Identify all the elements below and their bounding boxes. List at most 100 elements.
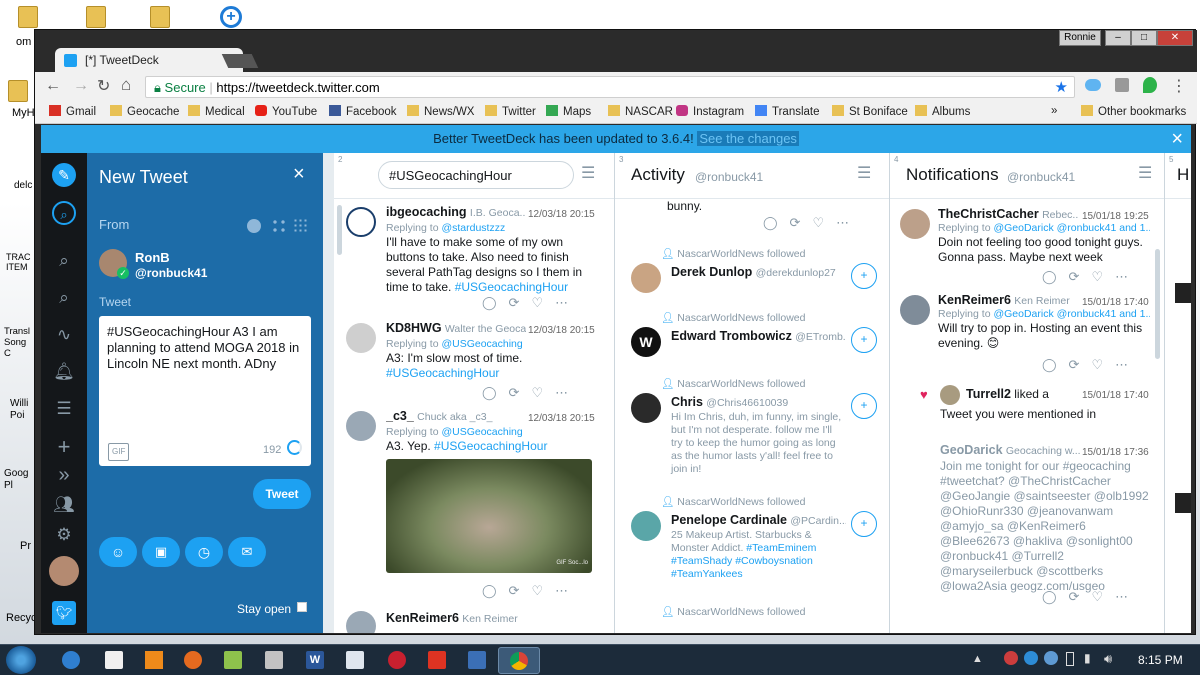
compose-close-icon[interactable]: × — [293, 163, 305, 186]
tweet-item[interactable]: KD8HWG Walter the Geoca... 12/03/18 20:1… — [342, 321, 604, 401]
bookmark-st-boniface[interactable]: St Boniface — [832, 105, 908, 118]
tray-expand-icon[interactable]: ▲ — [972, 653, 983, 665]
banner-close-icon[interactable]: × — [1171, 125, 1183, 153]
forward-icon[interactable]: → — [73, 77, 89, 95]
grid-account-icon[interactable] — [293, 218, 309, 234]
tweet-item[interactable]: ibgeocaching I.B. Geoca... 12/03/18 20:1… — [342, 205, 604, 315]
back-icon[interactable]: ← — [45, 77, 61, 95]
battery-icon[interactable] — [1066, 652, 1074, 666]
chrome-taskbar-button[interactable] — [498, 647, 540, 674]
tweet-actions[interactable]: ◯⟳♡⋯ — [482, 583, 580, 598]
user-profile-badge[interactable]: Ronnie — [1059, 30, 1101, 46]
new-tab-button[interactable] — [221, 54, 259, 68]
filters-icon[interactable]: ☰ — [52, 397, 76, 421]
tray-app-icon[interactable] — [1004, 651, 1018, 665]
tweet-button[interactable]: Tweet — [253, 479, 311, 509]
tray-app-icon[interactable] — [1024, 651, 1038, 665]
column-settings-icon[interactable]: ☰ — [1138, 163, 1152, 183]
tweet-actions[interactable]: ◯⟳♡⋯ — [482, 295, 580, 310]
activity-item[interactable]: 👤︎ NascarWorldNews followed W Edward Tro… — [623, 305, 885, 365]
notification-item[interactable]: TheChristCacher Rebec... 15/01/18 19:25 … — [898, 207, 1160, 287]
media-thumbnail[interactable] — [1175, 493, 1191, 513]
health-app-icon[interactable]: + — [220, 6, 242, 28]
bookmark-twitter[interactable]: Twitter — [485, 105, 536, 118]
search-icon[interactable]: ⌕ — [52, 249, 76, 273]
image-icon[interactable]: ▣ — [142, 537, 180, 567]
media-thumbnail[interactable] — [1175, 283, 1191, 303]
tweet-actions[interactable]: ◯⟳♡⋯ — [1042, 589, 1140, 604]
scrollbar[interactable] — [1155, 249, 1160, 359]
app-icon[interactable] — [224, 651, 242, 669]
bookmark-news-wx[interactable]: News/WX — [407, 105, 474, 118]
search-active-icon[interactable]: ⌕ — [52, 201, 76, 225]
activity-item[interactable]: 👤︎ NascarWorldNews followed Derek Dunlop… — [623, 241, 885, 301]
activity-item[interactable]: 👤︎ NascarWorldNews followed — [623, 599, 885, 633]
location-extension-icon[interactable] — [1143, 77, 1157, 93]
activity-item[interactable]: 👤︎ NascarWorldNews followed Chris @Chris… — [623, 371, 885, 491]
desktop-folder-icon[interactable] — [86, 6, 106, 28]
schedule-icon[interactable]: ◷ — [185, 537, 223, 567]
cloud-extension-icon[interactable] — [1085, 79, 1101, 91]
bookmark-translate[interactable]: Translate — [755, 105, 820, 118]
bookmark-gmail[interactable]: Gmail — [49, 105, 96, 118]
notification-item[interactable]: ♥ Turrell2 liked a 15/01/18 17:40 Tweet … — [898, 383, 1160, 633]
follow-button[interactable]: + — [851, 511, 877, 537]
bookmark-instagram[interactable]: Instagram — [676, 105, 744, 118]
desktop-folder-icon[interactable] — [150, 6, 170, 28]
app-icon[interactable] — [428, 651, 446, 669]
emoji-icon[interactable]: ☺ — [99, 537, 137, 567]
bookmarks-overflow-button[interactable]: » — [1051, 105, 1057, 117]
app-icon[interactable] — [388, 651, 406, 669]
multi-account-icon[interactable] — [271, 218, 287, 234]
expand-icon[interactable]: » — [52, 463, 76, 487]
bookmark-facebook[interactable]: Facebook — [329, 105, 397, 118]
menu-kebab-icon[interactable]: ⋮ — [1171, 76, 1187, 96]
tray-app-icon[interactable] — [1044, 651, 1058, 665]
settings-icon[interactable]: ⚙ — [52, 523, 76, 547]
twitter-logo-icon[interactable]: 🐦︎ — [52, 601, 76, 625]
stay-open-checkbox[interactable] — [297, 602, 307, 612]
bookmark-youtube[interactable]: YouTube — [255, 105, 317, 118]
extension-icon[interactable] — [1115, 78, 1129, 92]
follow-button[interactable]: + — [851, 393, 877, 419]
start-button[interactable] — [6, 646, 36, 674]
notifications-icon[interactable]: 🔔︎ — [52, 360, 76, 384]
document-icon[interactable] — [105, 651, 123, 669]
volume-icon[interactable]: 🔊︎ — [1104, 651, 1112, 667]
follow-button[interactable]: + — [851, 263, 877, 289]
bookmark-medical[interactable]: Medical — [188, 105, 245, 118]
home-icon[interactable]: ⌂ — [121, 75, 131, 95]
bookmark-geocache[interactable]: Geocache — [110, 105, 179, 118]
add-column-icon[interactable]: + — [52, 435, 76, 459]
ie-icon[interactable] — [62, 651, 80, 669]
desktop-folder-icon[interactable] — [18, 6, 38, 28]
tweet-textarea[interactable]: #USGeocachingHour A3 I am planning to at… — [99, 316, 311, 466]
tweet-actions[interactable]: ◯⟳♡⋯ — [763, 215, 861, 231]
gif-media-image[interactable]: GIF Soc...lo — [386, 459, 592, 573]
tweet-actions[interactable]: ◯⟳♡⋯ — [482, 385, 580, 400]
accounts-icon[interactable]: 👥︎ — [52, 493, 76, 517]
single-account-icon[interactable] — [247, 219, 261, 233]
bookmark-albums[interactable]: Albums — [915, 105, 970, 118]
search-icon-2[interactable]: ⌕ — [52, 286, 76, 310]
notification-item[interactable]: KenReimer6 Ken Reimer 15/01/18 17:40 Rep… — [898, 293, 1160, 373]
bookmark-star-icon[interactable]: ★ — [1055, 78, 1068, 96]
activity-item[interactable]: 👤︎ NascarWorldNews followed Penelope Car… — [623, 489, 885, 599]
tweet-item[interactable]: _c3_ Chuck aka _c3_ 12/03/18 20:15 Reply… — [342, 409, 604, 609]
reload-icon[interactable]: ↻ — [97, 76, 110, 96]
minimize-button[interactable]: – — [1105, 30, 1131, 46]
calculator-icon[interactable] — [346, 651, 364, 669]
app-icon[interactable] — [265, 651, 283, 669]
banner-link[interactable]: See the changes — [697, 131, 799, 146]
network-icon[interactable]: ▮ — [1084, 651, 1091, 665]
activity-icon[interactable]: ∿ — [52, 323, 76, 347]
tweet-actions[interactable]: ◯⟳♡⋯ — [1042, 269, 1140, 284]
other-bookmarks[interactable]: Other bookmarks — [1081, 105, 1186, 118]
close-window-button[interactable]: ✕ — [1157, 30, 1193, 46]
tweet-item[interactable]: KenReimer6 Ken Reimer — [342, 609, 604, 633]
column-settings-icon[interactable]: ☰ — [581, 163, 595, 183]
tweet-actions[interactable]: ◯⟳♡⋯ — [1042, 357, 1140, 372]
save-icon[interactable] — [468, 651, 486, 669]
compose-tweet-icon[interactable]: ✎ — [52, 163, 76, 187]
follow-button[interactable]: + — [851, 327, 877, 353]
